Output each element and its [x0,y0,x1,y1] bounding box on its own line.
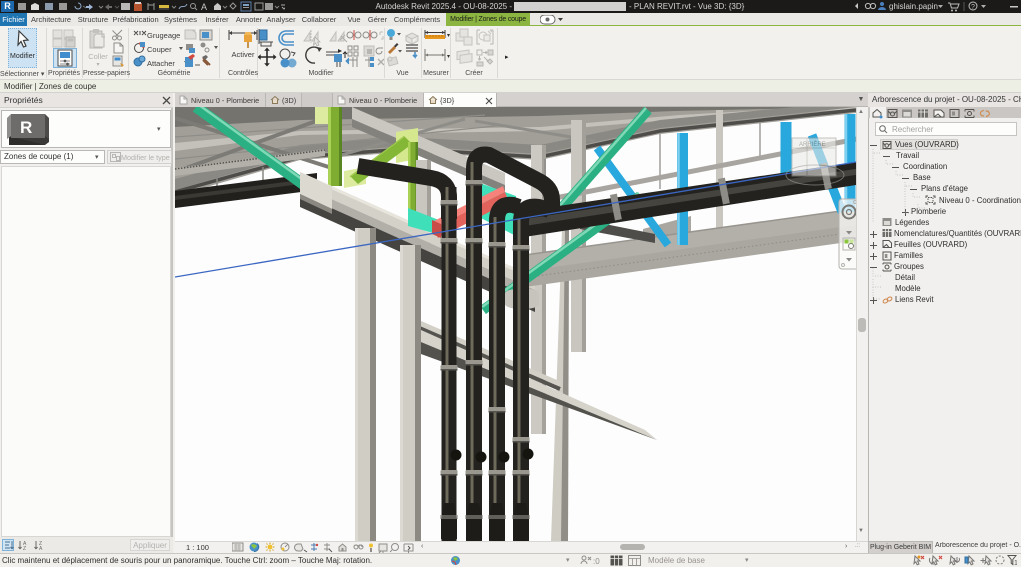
svg-text:R: R [20,118,32,137]
svg-text:A: A [201,2,207,12]
svg-text:ghislain.papin: ghislain.papin [889,2,938,11]
svg-text:Z: Z [23,546,26,551]
svg-text:?: ? [971,4,975,11]
svg-text::1: :1 [1012,560,1017,567]
svg-text:Couper: Couper [147,45,172,54]
svg-text:ARRIÈRE: ARRIÈRE [799,141,826,148]
svg-text:A: A [39,546,43,551]
svg-text:Grugeage: Grugeage [147,31,180,40]
svg-text::0: :0 [593,557,600,566]
svg-text:Attacher: Attacher [147,59,175,68]
